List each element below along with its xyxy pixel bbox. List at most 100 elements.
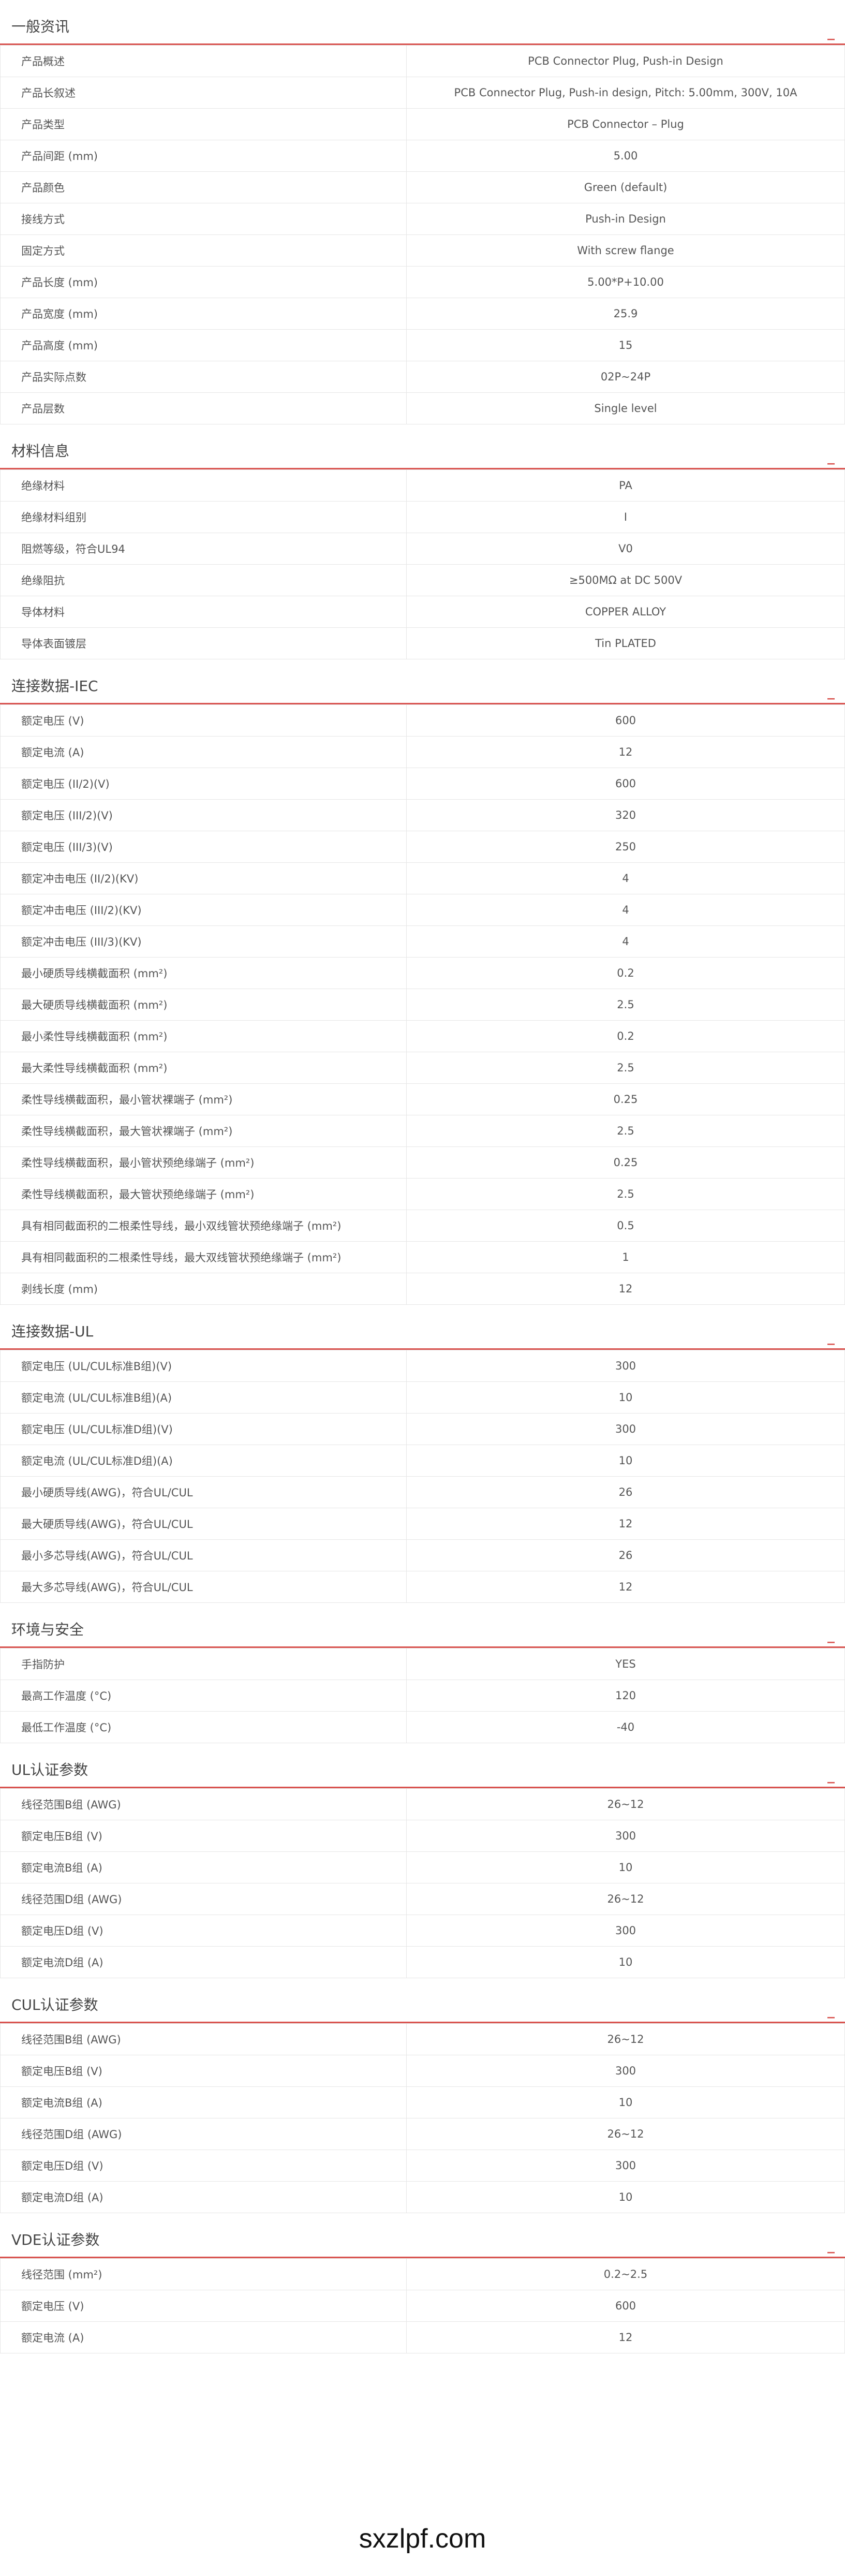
- spec-label: 产品宽度 (mm): [0, 298, 407, 330]
- spec-value: ≥500MΩ at DC 500V: [406, 564, 845, 596]
- table-row: 额定电压B组 (V) 300: [0, 1820, 845, 1852]
- spec-value: 300: [406, 1915, 845, 1947]
- spec-label: 产品类型: [0, 108, 407, 140]
- spec-value: 600: [406, 704, 845, 737]
- collapse-icon[interactable]: _: [827, 2003, 835, 2018]
- spec-value: 12: [406, 2321, 845, 2353]
- spec-label: 最高工作温度 (°C): [0, 1680, 407, 1712]
- spec-label: 柔性导线横截面积，最大管状裸端子 (mm²): [0, 1115, 407, 1147]
- spec-label: 线径范围 (mm²): [0, 2258, 407, 2290]
- table-row: 额定电压 (V) 600: [0, 2290, 845, 2322]
- table-row: 额定电压 (III/2)(V) 320: [0, 799, 845, 831]
- spec-label: 柔性导线横截面积，最大管状预绝缘端子 (mm²): [0, 1178, 407, 1210]
- spec-label: 最大硬质导线(AWG)，符合UL/CUL: [0, 1508, 407, 1540]
- spec-label: 最小硬质导线(AWG)，符合UL/CUL: [0, 1476, 407, 1508]
- spec-label: 额定电流 (UL/CUL标准D组)(A): [0, 1445, 407, 1477]
- spec-table: 线径范围B组 (AWG) 26~12 额定电压B组 (V) 300 额定电流B组 (A)…: [0, 1788, 845, 1978]
- spec-value: PCB Connector – Plug: [406, 108, 845, 140]
- spec-value: 10: [406, 2181, 845, 2213]
- collapse-icon[interactable]: _: [827, 1768, 835, 1783]
- spec-value: 0.2: [406, 957, 845, 989]
- section-header[interactable]: 连接数据-IEC _: [0, 670, 845, 704]
- section-ul-data: 连接数据-UL _ 额定电压 (UL/CUL标准B组)(V) 300 额定电流 (UL/…: [0, 1315, 845, 1603]
- collapse-icon[interactable]: _: [827, 1628, 835, 1642]
- collapse-icon[interactable]: _: [827, 449, 835, 464]
- collapse-icon[interactable]: _: [827, 25, 835, 39]
- section-header[interactable]: VDE认证参数 _: [0, 2224, 845, 2258]
- spec-label: 额定电压 (V): [0, 704, 407, 737]
- table-row: 额定电压B组 (V) 300: [0, 2055, 845, 2087]
- spec-label: 额定冲击电压 (III/3)(KV): [0, 925, 407, 958]
- spec-label: 产品间距 (mm): [0, 140, 407, 172]
- table-row: 柔性导线横截面积，最大管状预绝缘端子 (mm²) 2.5: [0, 1178, 845, 1210]
- spec-label: 额定冲击电压 (III/2)(KV): [0, 894, 407, 926]
- spec-label: 额定电流D组 (A): [0, 2181, 407, 2213]
- spec-label: 导体表面镀层: [0, 627, 407, 659]
- table-row: 导体材料 COPPER ALLOY: [0, 596, 845, 628]
- spec-label: 产品概述: [0, 45, 407, 77]
- table-row: 额定电压 (II/2)(V) 600: [0, 768, 845, 800]
- spec-label: 产品高度 (mm): [0, 329, 407, 361]
- spec-label: 手指防护: [0, 1648, 407, 1680]
- spec-label: 线径范围D组 (AWG): [0, 1883, 407, 1915]
- spec-label: 额定电流 (UL/CUL标准B组)(A): [0, 1381, 407, 1414]
- section-title: CUL认证参数: [11, 1996, 98, 2013]
- section-header[interactable]: 环境与安全 _: [0, 1613, 845, 1648]
- spec-value: 25.9: [406, 298, 845, 330]
- table-row: 额定电流 (A) 12: [0, 2321, 845, 2353]
- table-row: 最高工作温度 (°C) 120: [0, 1680, 845, 1712]
- spec-label: 额定电压 (II/2)(V): [0, 768, 407, 800]
- spec-value: 120: [406, 1680, 845, 1712]
- spec-value: 1: [406, 1241, 845, 1273]
- section-general: 一般资讯 _ 产品概述 PCB Connector Plug, Push-in Des…: [0, 10, 845, 424]
- table-row: 额定电压 (UL/CUL标准B组)(V) 300: [0, 1350, 845, 1382]
- section-ul-cert: UL认证参数 _ 线径范围B组 (AWG) 26~12 额定电压B组 (V) 300 额定电…: [0, 1754, 845, 1978]
- spec-value: Tin PLATED: [406, 627, 845, 659]
- spec-label: 额定电压 (UL/CUL标准B组)(V): [0, 1350, 407, 1382]
- spec-label: 额定电压 (III/2)(V): [0, 799, 407, 831]
- collapse-icon[interactable]: _: [827, 2238, 835, 2253]
- section-title: VDE认证参数: [11, 2231, 100, 2248]
- spec-value: PCB Connector Plug, Push-in Design: [406, 45, 845, 77]
- spec-value: 4: [406, 894, 845, 926]
- table-row: 手指防护 YES: [0, 1648, 845, 1680]
- spec-label: 最低工作温度 (°C): [0, 1711, 407, 1743]
- spec-value: 26: [406, 1476, 845, 1508]
- spec-value: 4: [406, 862, 845, 894]
- section-header[interactable]: 连接数据-UL _: [0, 1315, 845, 1350]
- section-title: 材料信息: [11, 443, 70, 460]
- spec-value: 15: [406, 329, 845, 361]
- table-row: 额定电流 (A) 12: [0, 736, 845, 768]
- spec-label: 额定电压 (UL/CUL标准D组)(V): [0, 1413, 407, 1445]
- spec-label: 接线方式: [0, 203, 407, 235]
- watermark-brand: sxzlpf.com: [359, 2524, 486, 2554]
- spec-value: 2.5: [406, 989, 845, 1021]
- collapse-icon[interactable]: _: [827, 1330, 835, 1344]
- spec-value: 0.25: [406, 1146, 845, 1179]
- section-header[interactable]: UL认证参数 _: [0, 1754, 845, 1788]
- spec-label: 线径范围B组 (AWG): [0, 1788, 407, 1820]
- section-title: 连接数据-IEC: [11, 678, 98, 695]
- table-row: 绝缘材料组别 I: [0, 501, 845, 533]
- section-header[interactable]: 一般资讯 _: [0, 10, 845, 45]
- spec-value: 26: [406, 1539, 845, 1571]
- spec-value: With screw flange: [406, 234, 845, 267]
- spec-table: 额定电压 (V) 600 额定电流 (A) 12 额定电压 (II/2)(V) 600 额定…: [0, 704, 845, 1305]
- collapse-icon[interactable]: _: [827, 684, 835, 699]
- spec-value: 600: [406, 768, 845, 800]
- table-row: 产品类型 PCB Connector – Plug: [0, 108, 845, 140]
- spec-label: 最小多芯导线(AWG)，符合UL/CUL: [0, 1539, 407, 1571]
- table-row: 固定方式 With screw flange: [0, 234, 845, 267]
- table-row: 额定电压 (V) 600: [0, 704, 845, 737]
- spec-value: 300: [406, 2150, 845, 2182]
- section-cul-cert: CUL认证参数 _ 线径范围B组 (AWG) 26~12 额定电压B组 (V) 300 额定…: [0, 1989, 845, 2213]
- spec-value: 320: [406, 799, 845, 831]
- section-header[interactable]: 材料信息 _: [0, 435, 845, 469]
- section-header[interactable]: CUL认证参数 _: [0, 1989, 845, 2023]
- section-environment: 环境与安全 _ 手指防护 YES 最高工作温度 (°C) 120 最低工作温度 (°C) -4…: [0, 1613, 845, 1743]
- section-material: 材料信息 _ 绝缘材料 PA 绝缘材料组别 I 阻燃等级，符合UL94 V0 绝缘阻抗 ≥500M…: [0, 435, 845, 659]
- spec-label: 绝缘材料组别: [0, 501, 407, 533]
- spec-label: 额定电流 (A): [0, 736, 407, 768]
- section-title: 一般资讯: [11, 18, 70, 35]
- spec-page: 一般资讯 _ 产品概述 PCB Connector Plug, Push-in Des…: [0, 10, 845, 2353]
